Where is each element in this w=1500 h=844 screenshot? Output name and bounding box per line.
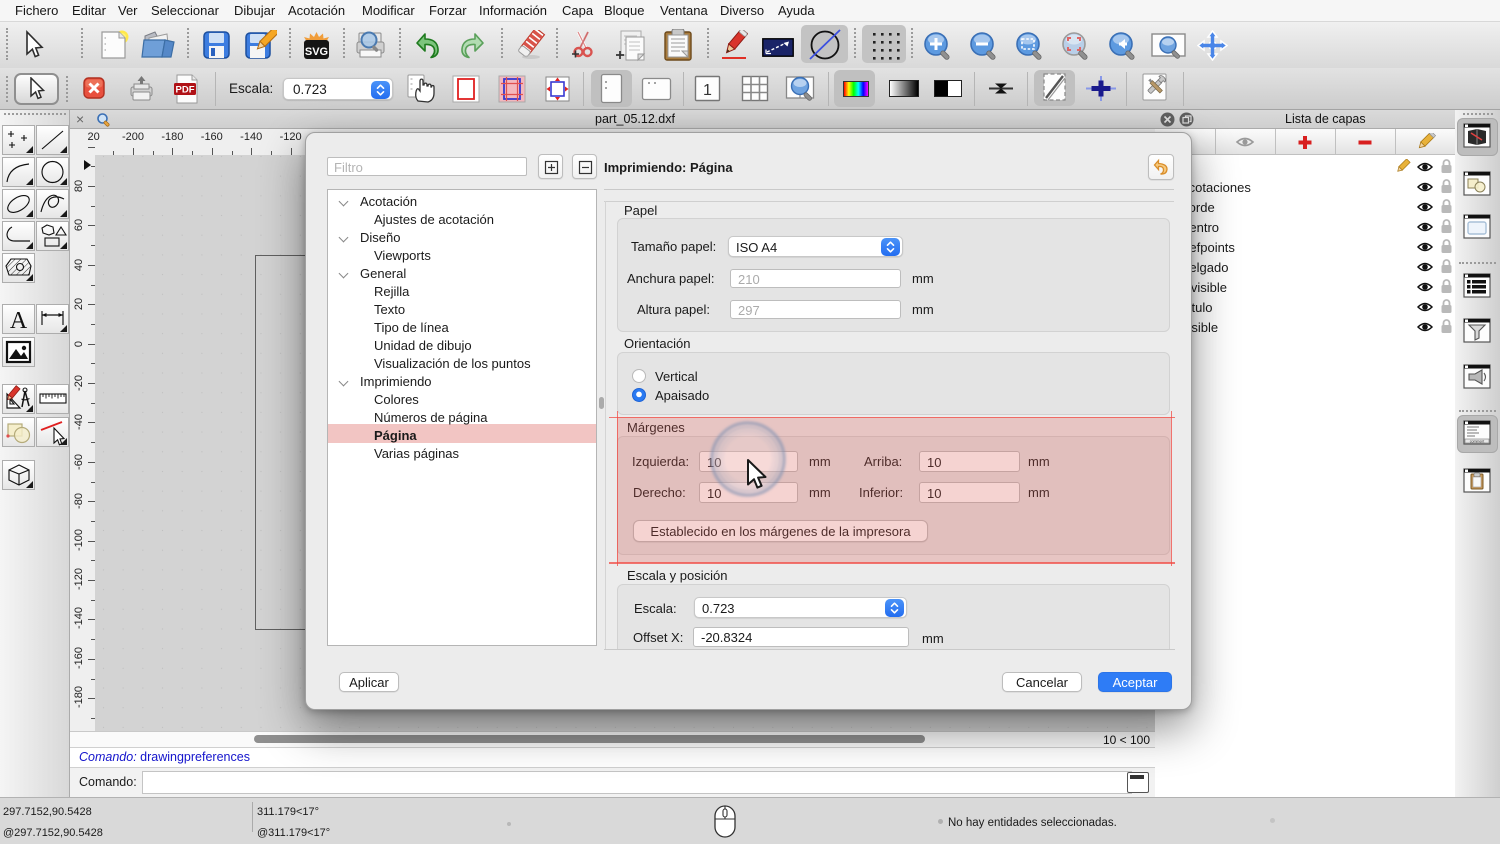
svg-text:PDF: PDF (176, 85, 195, 96)
svg-text:A: A (10, 308, 28, 333)
svg-text:comment: comment (1470, 440, 1484, 444)
svg-text:1: 1 (703, 82, 712, 99)
svg-text:SVG: SVG (305, 46, 328, 58)
